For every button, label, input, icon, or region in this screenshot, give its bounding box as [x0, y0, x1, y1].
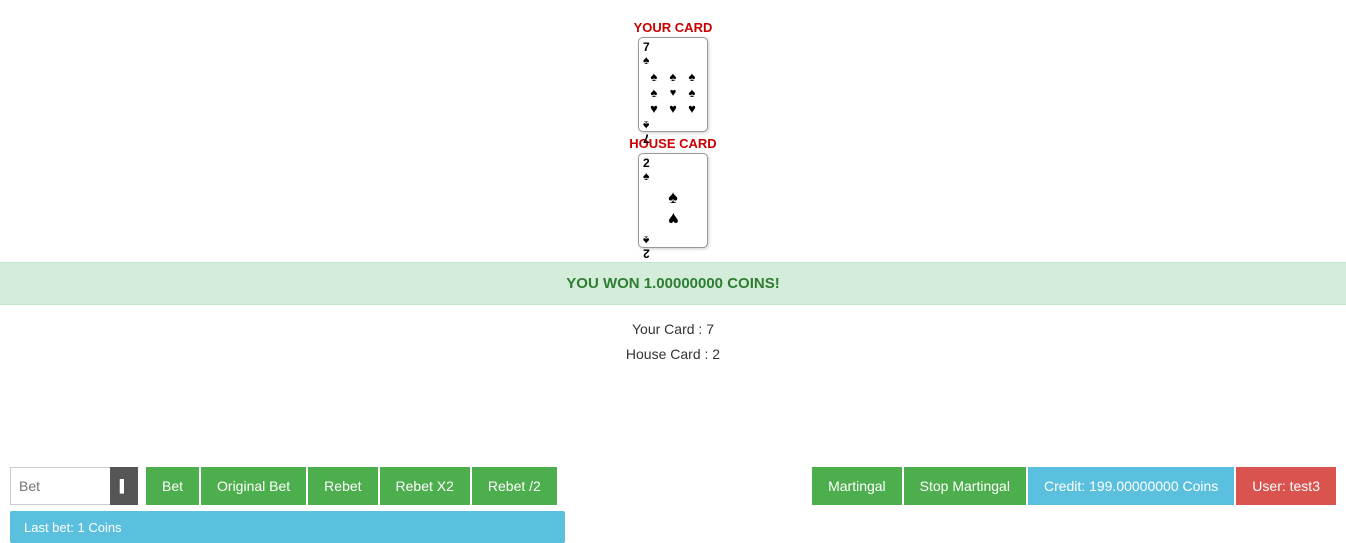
your-card-label: YOUR CARD — [634, 20, 713, 35]
winner-text: YOU WON 1.00000000 COINS! — [566, 275, 779, 292]
stop-martingal-button[interactable]: Stop Martingal — [904, 467, 1026, 505]
bottom-controls: ▌ Bet Original Bet Rebet Rebet X2 Rebet … — [0, 457, 1346, 542]
house-card-bottom-right: 2 ♠ — [643, 233, 703, 259]
your-card: 7 ♠ ♠ ♠ ♠ ♠ ♥ ♠ ♥ ♥ ♥ 7 ♠ — [638, 37, 708, 132]
card-bottom-right: 7 ♠ — [643, 118, 703, 144]
left-bottom-section: ▌ Bet Original Bet Rebet Rebet X2 Rebet … — [10, 465, 565, 543]
your-card-score: Your Card : 7 — [0, 317, 1346, 342]
left-row: ▌ Bet Original Bet Rebet Rebet X2 Rebet … — [10, 465, 565, 505]
score-info: Your Card : 7 House Card : 2 — [0, 305, 1346, 375]
rebet-div2-button[interactable]: Rebet /2 — [472, 467, 557, 505]
bet-input-icon[interactable]: ▌ — [110, 467, 138, 505]
house-card-top-left: 2 ♠ — [643, 157, 703, 183]
house-card-center-pips: ♠ ♥ — [643, 183, 703, 233]
btn-group-right: Martingal Stop Martingal Credit: 199.000… — [812, 467, 1336, 505]
bet-button[interactable]: Bet — [146, 467, 199, 505]
original-bet-button[interactable]: Original Bet — [201, 467, 306, 505]
last-bet-badge: Last bet: 1 Coins — [10, 511, 565, 543]
martingal-button[interactable]: Martingal — [812, 467, 902, 505]
user-button[interactable]: User: test3 — [1236, 467, 1336, 505]
bet-input-wrap: ▌ — [10, 467, 138, 505]
card-top-left: 7 ♠ — [643, 41, 703, 67]
rebet-button[interactable]: Rebet — [308, 467, 377, 505]
house-card-score: House Card : 2 — [0, 342, 1346, 367]
bet-input[interactable] — [10, 467, 110, 505]
card-area: YOUR CARD 7 ♠ ♠ ♠ ♠ ♠ ♥ ♠ ♥ ♥ ♥ 7 ♠ HOUS… — [0, 0, 1346, 262]
card-center-pips: ♠ ♠ ♠ ♠ ♥ ♠ ♥ ♥ ♥ — [643, 67, 703, 118]
winner-banner: YOU WON 1.00000000 COINS! — [0, 262, 1346, 305]
btn-group-left: Bet Original Bet Rebet Rebet X2 Rebet /2 — [146, 467, 557, 505]
credit-button[interactable]: Credit: 199.00000000 Coins — [1028, 467, 1234, 505]
house-card: 2 ♠ ♠ ♥ 2 ♠ — [638, 153, 708, 248]
rebet-x2-button[interactable]: Rebet X2 — [380, 467, 470, 505]
